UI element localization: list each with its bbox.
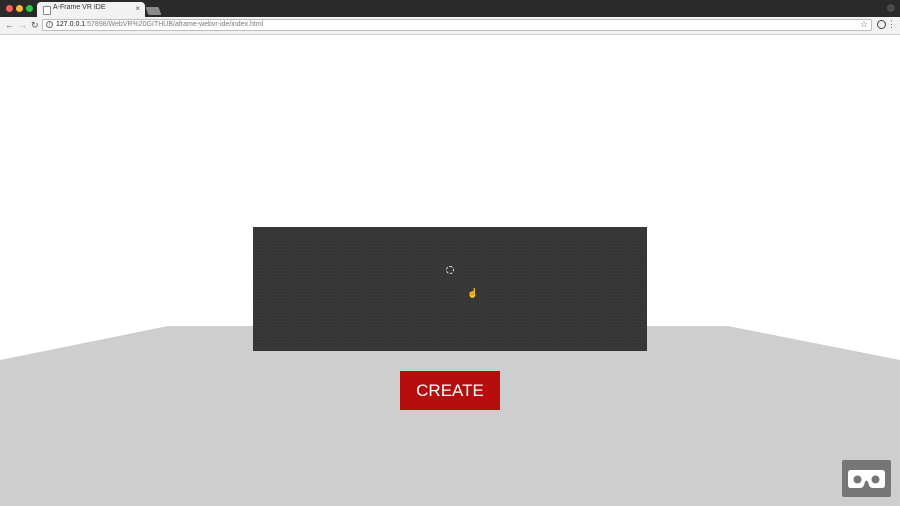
menu-icon[interactable]: ⋮: [887, 18, 896, 30]
star-icon[interactable]: ☆: [860, 19, 868, 30]
url-path: :57898/WebVR%20GITHUB/aframe-webvr-ide/i…: [85, 21, 264, 28]
new-tab-button[interactable]: [145, 7, 162, 15]
forward-arrow-icon[interactable]: →: [18, 19, 27, 31]
info-icon[interactable]: i: [46, 21, 53, 28]
tab-title: A-Frame VR IDE: [53, 4, 106, 11]
profile-icon[interactable]: [887, 4, 895, 12]
close-icon[interactable]: ×: [135, 3, 140, 15]
window-close-button[interactable]: [6, 5, 13, 12]
browser-window: A-Frame VR IDE × ← → ↻ i 127.0.0.1:57898…: [0, 0, 900, 506]
page-icon: [43, 6, 51, 15]
floor-plane: [0, 326, 900, 506]
vr-headset-icon: [848, 470, 885, 488]
hand-pointer-icon: ☝: [467, 288, 479, 298]
editor-panel[interactable]: [253, 227, 647, 351]
address-bar[interactable]: i 127.0.0.1:57898/WebVR%20GITHUB/aframe-…: [42, 19, 872, 31]
enter-vr-button[interactable]: [842, 460, 891, 497]
back-arrow-icon[interactable]: ←: [5, 19, 14, 31]
browser-toolbar: ← → ↻ i 127.0.0.1:57898/WebVR%20GITHUB/a…: [0, 17, 900, 35]
reload-icon[interactable]: ↻: [31, 19, 39, 31]
tab-strip: A-Frame VR IDE ×: [0, 0, 900, 17]
window-zoom-button[interactable]: [26, 5, 33, 12]
extension-icon[interactable]: [877, 20, 886, 29]
create-button[interactable]: CREATE: [400, 371, 500, 410]
tab-aframe-vr-ide[interactable]: A-Frame VR IDE ×: [37, 2, 145, 17]
url-host: 127.0.0.1: [56, 21, 86, 28]
window-minimize-button[interactable]: [16, 5, 23, 12]
url-text[interactable]: 127.0.0.1:57898/WebVR%20GITHUB/aframe-we…: [56, 20, 263, 30]
cursor-ring-icon: [446, 266, 454, 274]
vr-scene-canvas[interactable]: ☝ CREATE: [0, 35, 900, 506]
